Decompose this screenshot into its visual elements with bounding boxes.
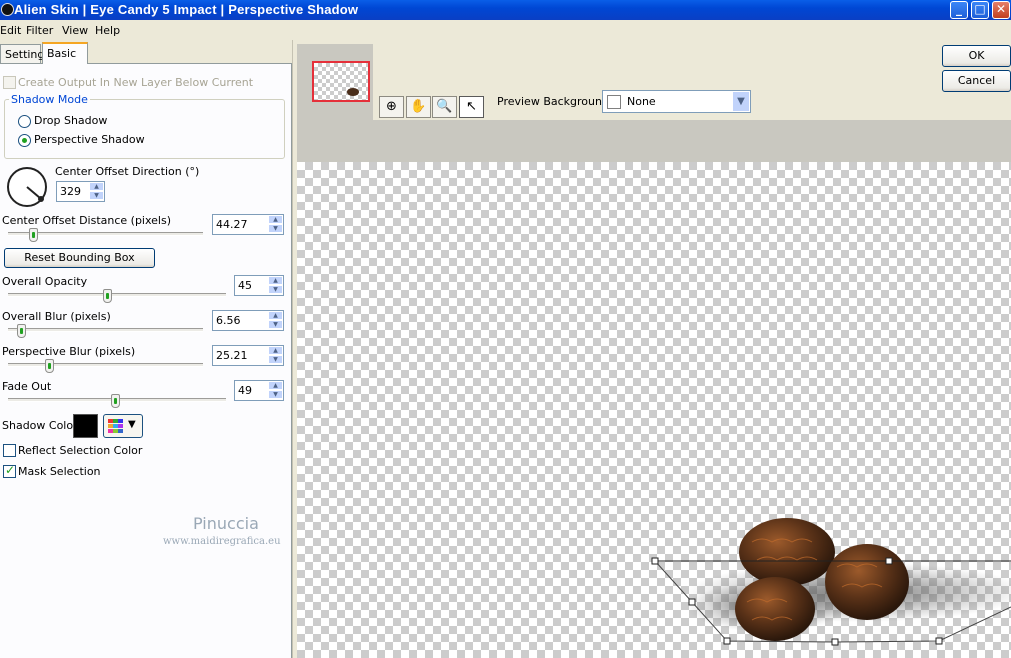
fade-out-label: Fade Out [2, 380, 52, 393]
shadow-color-swatch[interactable] [73, 414, 98, 438]
overall-blur-value: 6.56 [216, 314, 241, 327]
spin-arrows[interactable]: ▲ ▼ [268, 311, 283, 330]
tab-basic[interactable]: Basic [42, 42, 88, 64]
perspective-blur-input[interactable]: 25.21 ▲ ▼ [212, 345, 284, 366]
center-offset-direction-label: Center Offset Direction (°) [55, 165, 200, 178]
ok-button[interactable]: OK [942, 45, 1011, 67]
app-logo-icon [1, 3, 14, 16]
hand-tool-button[interactable]: ✋ [406, 96, 431, 118]
center-offset-direction-value: 329 [60, 185, 81, 198]
checkmark-icon: ✓ [5, 463, 16, 477]
center-offset-distance-input[interactable]: 44.27 ▲ ▼ [212, 214, 284, 235]
tab-settings[interactable]: Settings [0, 44, 50, 63]
menu-view[interactable]: View [62, 24, 88, 37]
background-swatch [607, 95, 621, 109]
basic-tab-content: Create Output In New Layer Below Current… [0, 63, 292, 658]
minimize-button[interactable]: _ [950, 1, 968, 19]
fade-out-input[interactable]: 49 ▲ ▼ [234, 380, 284, 401]
shadow-mode-title: Shadow Mode [9, 93, 90, 106]
window-title: Alien Skin | Eye Candy 5 Impact | Perspe… [14, 2, 359, 17]
perspective-shadow-label: Perspective Shadow [34, 133, 145, 146]
spin-arrows[interactable]: ▲ ▼ [268, 215, 283, 234]
overall-opacity-slider[interactable] [103, 289, 112, 303]
mask-selection-label: Mask Selection [18, 465, 101, 478]
direction-dial[interactable] [7, 167, 47, 207]
preview-background-label: Preview Background: [497, 95, 613, 108]
spin-arrows[interactable]: ▲ ▼ [268, 276, 283, 295]
fade-out-slider[interactable] [111, 394, 120, 408]
preview-background-select[interactable]: None ▼ [602, 90, 751, 113]
pine-cone-top [739, 518, 835, 586]
close-button[interactable]: ✕ [992, 1, 1010, 19]
overall-blur-slider[interactable] [17, 324, 26, 338]
reset-bounding-box-button[interactable]: Reset Bounding Box [4, 248, 155, 268]
overall-blur-input[interactable]: 6.56 ▲ ▼ [212, 310, 284, 331]
preview-background-value: None [627, 95, 656, 108]
select-tool-button[interactable]: ↖ [459, 96, 484, 118]
navigator-area [297, 44, 373, 120]
pine-cones-image [651, 518, 1011, 646]
menu-edit[interactable]: Edit [0, 24, 21, 37]
navigator-thumbnail[interactable] [312, 61, 370, 102]
chevron-down-icon: ▼ [733, 92, 749, 111]
dial-needle-icon [26, 186, 44, 202]
pine-cone-right [825, 544, 909, 620]
zoom-fit-icon: ⊕ [386, 99, 397, 114]
preview-header-strip [297, 120, 1011, 162]
create-output-label: Create Output In New Layer Below Current [18, 76, 254, 89]
perspective-blur-value: 25.21 [216, 349, 248, 362]
fade-out-value: 49 [238, 384, 252, 397]
menu-filter[interactable]: Filter [26, 24, 53, 37]
overall-opacity-value: 45 [238, 279, 252, 292]
preview-canvas[interactable] [297, 162, 1011, 658]
menu-help[interactable]: Help [95, 24, 120, 37]
reflect-selection-color-label: Reflect Selection Color [18, 444, 143, 457]
hand-pan-icon: ✋ [410, 99, 427, 114]
shadow-color-label: Shadow Color [2, 419, 78, 432]
settings-panel: Settings Basic Create Output In New Laye… [0, 40, 292, 658]
chevron-down-icon: ▼ [128, 419, 136, 430]
perspective-blur-track[interactable] [8, 363, 203, 367]
zoom-tool-button[interactable]: 🔍 [432, 96, 457, 118]
perspective-shadow-radio[interactable] [18, 134, 31, 147]
overall-opacity-input[interactable]: 45 ▲ ▼ [234, 275, 284, 296]
zoom-fit-button[interactable]: ⊕ [379, 96, 404, 118]
perspective-blur-slider[interactable] [45, 359, 54, 373]
create-output-checkbox[interactable] [3, 76, 16, 89]
drop-shadow-label: Drop Shadow [34, 114, 108, 127]
color-picker-button[interactable]: ▼ [103, 414, 143, 438]
overall-blur-label: Overall Blur (pixels) [2, 310, 111, 323]
pine-cone-bottom [735, 577, 815, 641]
overall-blur-track[interactable] [8, 328, 203, 332]
mask-selection-checkbox[interactable]: ✓ [3, 463, 16, 478]
watermark-url: www.maidiregrafica.eu [163, 536, 281, 547]
zoom-magnifier-icon: 🔍 [436, 99, 453, 114]
menu-bar: Edit Filter View Help [0, 20, 1011, 40]
title-bar: Alien Skin | Eye Candy 5 Impact | Perspe… [0, 0, 1011, 20]
drop-shadow-radio[interactable] [18, 115, 31, 128]
center-offset-distance-label: Center Offset Distance (pixels) [2, 214, 172, 227]
spin-arrows[interactable]: ▲ ▼ [89, 182, 104, 201]
color-grid-icon [108, 419, 123, 433]
center-offset-distance-slider[interactable] [29, 228, 38, 242]
spin-arrows[interactable]: ▲ ▼ [268, 381, 283, 400]
cancel-button[interactable]: Cancel [942, 70, 1011, 92]
shadow-mode-group [4, 99, 285, 159]
arrow-pointer-icon: ↖ [466, 99, 477, 114]
radio-selected-dot [22, 138, 27, 143]
spin-arrows[interactable]: ▲ ▼ [268, 346, 283, 365]
perspective-blur-label: Perspective Blur (pixels) [2, 345, 136, 358]
center-offset-direction-input[interactable]: 329 ▲ ▼ [56, 181, 105, 202]
overall-opacity-label: Overall Opacity [2, 275, 88, 288]
watermark-name: Pinuccia [193, 514, 259, 533]
thumbnail-object [347, 88, 359, 96]
maximize-button[interactable]: □ [971, 1, 989, 19]
reflect-selection-color-checkbox[interactable] [3, 444, 16, 457]
center-offset-distance-value: 44.27 [216, 218, 248, 231]
overall-opacity-track[interactable] [8, 293, 226, 297]
